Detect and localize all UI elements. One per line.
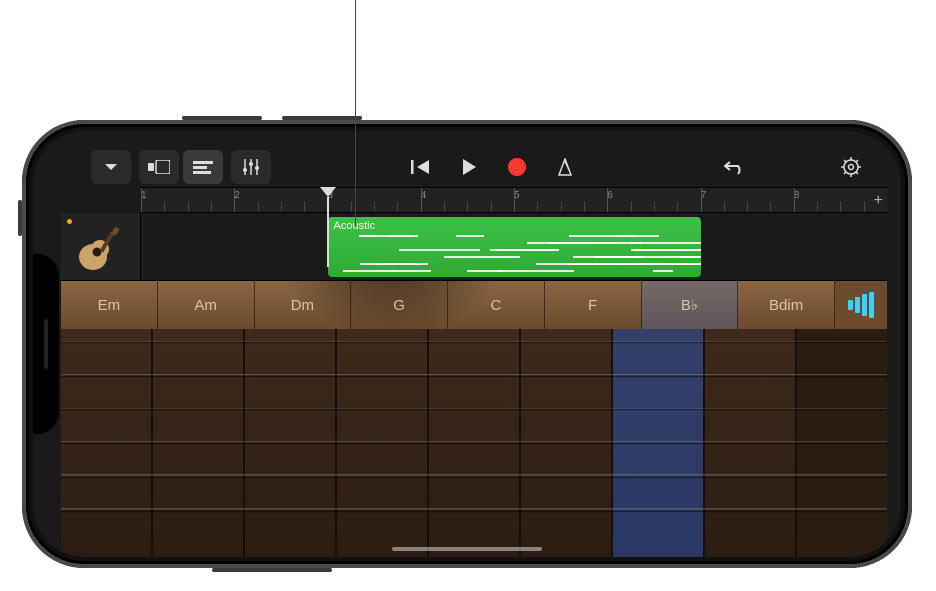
- chevron-down-icon: [103, 159, 119, 175]
- chord-label: Em: [98, 297, 121, 314]
- guitar-string[interactable]: [61, 508, 887, 511]
- chord-label: G: [393, 297, 405, 314]
- view-switch-icon: [148, 160, 170, 174]
- volume-up-button: [182, 116, 262, 120]
- acoustic-guitar-icon: [75, 225, 123, 273]
- metronome-icon: [556, 158, 574, 176]
- track-lane[interactable]: Acoustic: [141, 213, 887, 280]
- home-indicator[interactable]: [392, 547, 542, 551]
- audio-region[interactable]: Acoustic: [328, 217, 701, 277]
- rewind-icon: [411, 159, 431, 175]
- guitar-string[interactable]: [61, 474, 887, 477]
- chord-button[interactable]: B♭: [642, 281, 739, 329]
- chord-button[interactable]: Em: [61, 281, 158, 329]
- undo-icon: [724, 159, 746, 175]
- chord-button[interactable]: F: [545, 281, 642, 329]
- gear-icon: [841, 157, 861, 177]
- chord-button[interactable]: C: [448, 281, 545, 329]
- menu-button[interactable]: [91, 150, 131, 184]
- record-icon: [507, 157, 527, 177]
- timeline-ruler[interactable]: 12345678 +: [141, 187, 887, 213]
- ruler-zone: 12345678 +: [61, 187, 887, 213]
- chord-button[interactable]: Bdim: [738, 281, 835, 329]
- volume-down-button: [282, 116, 362, 120]
- notch: [33, 254, 59, 434]
- chord-strip: Em Am Dm G C F B♭ Bdim: [61, 281, 887, 329]
- add-track-button[interactable]: +: [874, 192, 883, 210]
- play-button[interactable]: [449, 150, 489, 184]
- tracks-view-button[interactable]: [183, 150, 223, 184]
- chord-label: Bdim: [769, 297, 803, 314]
- rewind-button[interactable]: [401, 150, 441, 184]
- playhead-marker: [320, 187, 336, 197]
- chord-button[interactable]: Dm: [255, 281, 352, 329]
- chord-label: F: [588, 297, 597, 314]
- guitar-string[interactable]: [61, 374, 887, 375]
- record-button[interactable]: [497, 150, 537, 184]
- view-switch-button[interactable]: [139, 150, 179, 184]
- play-icon: [460, 158, 478, 176]
- mixer-button[interactable]: [231, 150, 271, 184]
- guitar-string[interactable]: [61, 408, 887, 410]
- track-row: Acoustic: [61, 213, 887, 281]
- callout-line: [355, 0, 356, 226]
- screen: 12345678 + Acou: [33, 131, 901, 557]
- chord-label: C: [490, 297, 501, 314]
- chord-label: B♭: [681, 296, 698, 314]
- chord-label: Dm: [291, 297, 314, 314]
- control-bar: [91, 147, 871, 187]
- mixer-icon: [242, 159, 260, 175]
- phone-frame: 12345678 + Acou: [22, 120, 912, 568]
- track-header[interactable]: [61, 213, 141, 280]
- level-meter[interactable]: [835, 281, 887, 329]
- power-button: [212, 568, 332, 572]
- side-button: [18, 200, 22, 236]
- guitar-string[interactable]: [61, 441, 887, 443]
- guitar-string[interactable]: [61, 341, 887, 342]
- playhead[interactable]: [320, 187, 336, 197]
- tracks-icon: [193, 160, 213, 174]
- undo-button[interactable]: [715, 150, 755, 184]
- fretboard: [61, 329, 887, 557]
- settings-button[interactable]: [831, 150, 871, 184]
- track-selected-dot: [67, 219, 72, 224]
- chord-button[interactable]: G: [351, 281, 448, 329]
- chord-label: Am: [194, 297, 217, 314]
- chord-button[interactable]: Am: [158, 281, 255, 329]
- metronome-button[interactable]: [545, 150, 585, 184]
